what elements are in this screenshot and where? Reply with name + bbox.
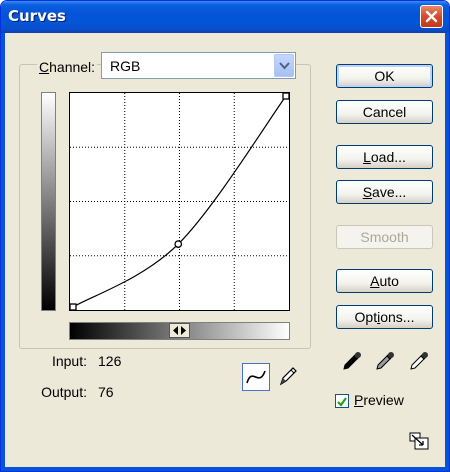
output-label: Output:	[41, 384, 87, 400]
curve-svg[interactable]	[70, 93, 289, 310]
preview-checkbox[interactable]	[335, 394, 349, 408]
window-title: Curves	[8, 7, 66, 25]
output-value: 76	[98, 384, 114, 400]
window-frame-right	[445, 33, 449, 471]
eyedropper-black-icon[interactable]	[341, 350, 363, 372]
gradient-toggle-icon	[173, 326, 186, 335]
load-button[interactable]: Load...	[336, 145, 433, 169]
expand-icon[interactable]	[409, 432, 429, 450]
channel-select[interactable]: RGB	[101, 52, 296, 79]
input-value: 126	[98, 353, 122, 369]
chevron-down-icon	[279, 62, 290, 70]
curves-dialog: Curves Channel: RGB Input: 126 Output: 7…	[0, 0, 450, 472]
checkmark-icon	[337, 397, 347, 407]
close-icon	[425, 10, 438, 23]
pencil-icon	[279, 367, 297, 386]
window-frame-left	[1, 33, 5, 471]
title-bar[interactable]: Curves	[1, 1, 449, 33]
curve-control-point[interactable]	[174, 240, 183, 248]
cancel-button[interactable]: Cancel	[336, 100, 433, 124]
pencil-tool-button[interactable]	[275, 363, 303, 391]
curve-tool-icon	[246, 370, 266, 384]
close-button[interactable]	[420, 5, 443, 28]
smooth-button[interactable]: Smooth	[336, 225, 433, 249]
auto-button[interactable]: Auto	[336, 269, 433, 293]
options-button[interactable]: Options...	[336, 305, 433, 329]
save-button[interactable]: Save...	[336, 180, 433, 204]
curve-graph[interactable]	[69, 92, 290, 311]
eyedropper-white-icon[interactable]	[408, 350, 430, 372]
channel-label: Channel:	[37, 59, 98, 75]
ok-button[interactable]: OK	[336, 64, 433, 88]
gradient-toggle-button[interactable]	[169, 323, 190, 338]
window-frame-bottom	[1, 467, 449, 471]
eyedropper-gray-icon[interactable]	[374, 350, 396, 372]
preview-label: Preview	[354, 392, 404, 408]
channel-dropdown-button[interactable]	[274, 54, 294, 77]
curve-control-point[interactable]	[70, 303, 77, 310]
channel-value: RGB	[110, 58, 141, 74]
curve-tool-button[interactable]	[242, 363, 270, 391]
output-gradient-bar	[41, 92, 56, 311]
input-label: Input:	[51, 353, 87, 369]
curve-control-point[interactable]	[282, 93, 289, 100]
